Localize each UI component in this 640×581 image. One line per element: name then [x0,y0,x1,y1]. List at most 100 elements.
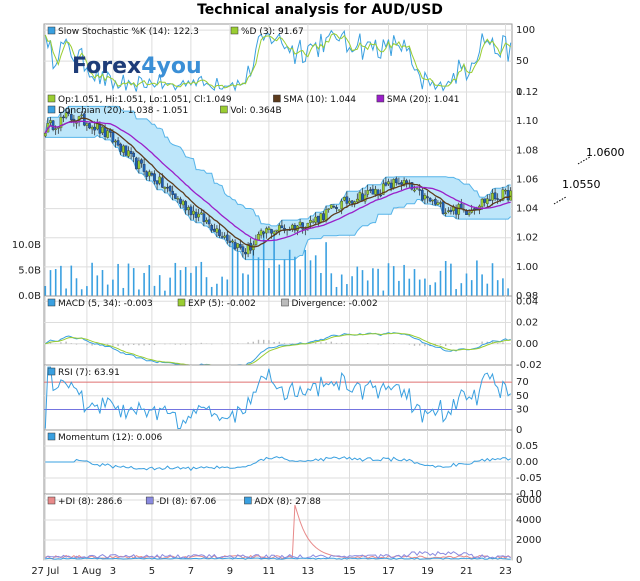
volume-bar [205,277,208,296]
candle-body [392,179,396,188]
price-ytick-label: 1.00 [516,262,538,273]
candle-body [189,206,193,216]
candle-body [88,123,91,129]
xtick-label: 7 [188,566,194,577]
candle-body [98,123,102,134]
macd-divergence-bar [174,343,176,345]
volume-bar [132,268,135,296]
volume-bar [476,260,478,296]
candle-body [173,193,177,199]
candle-body [335,207,338,209]
macd-divergence-bar [211,343,213,345]
volume-bar [174,262,177,296]
candle-body [426,196,429,198]
macd-divergence-bar [283,342,286,344]
volume-bar [252,250,255,296]
forex4you-logo: Forex4you [72,54,202,79]
candle-body [270,229,273,234]
volume-bar [231,242,234,296]
xtick-label: 27 Jul [31,566,59,577]
candle-body [106,130,110,138]
candle-body [121,145,125,153]
candle-body [436,202,440,205]
candle-body [361,193,364,201]
volume-bar [439,270,442,296]
volume-bar [257,257,260,296]
macd-divergence-bar [450,343,452,345]
volume-bar [216,283,218,296]
candle-body [116,140,120,146]
candle-body [257,234,260,241]
volume-bar [418,279,421,296]
candle-body [423,195,427,200]
candle-body [43,132,47,137]
candle-body [371,188,375,195]
candle-body [431,199,435,202]
dmi-ytick-label: 2000 [516,535,541,546]
candle-body [220,236,224,238]
candle-body [488,199,492,201]
macd-divergence-bar [252,341,254,344]
volume-bar [184,267,187,296]
candle-body [480,198,484,207]
volume-bar [86,286,88,296]
rsi-legend-swatch [47,367,56,376]
candle-body [231,240,234,243]
volume-bar [424,278,426,296]
volume-bar [309,260,312,296]
volume-bar [278,264,281,296]
macd-divergence-bar [86,343,88,346]
volume-bar [486,283,489,296]
volume-bar [122,287,125,296]
volume-bar [112,279,114,296]
macd-divergence-bar [278,341,280,344]
candle-body [509,190,513,201]
price-legend-label: Op:1.051, Hi:1.051, Lo:1.051, Cl:1.049 [58,95,232,105]
candle-body [504,189,507,192]
volume-bar [403,264,405,296]
macd-ytick-label: -0.02 [516,360,542,371]
volume-bar [299,269,301,296]
mom-legend-label: Momentum (12): 0.006 [58,433,163,443]
candle-body [124,145,128,156]
dmi-legend-label: ADX (8): 27.88 [254,497,321,507]
candle-body [158,176,162,184]
candle-body [329,204,333,209]
candle-body [163,187,167,189]
macd-divergence-bar [419,343,421,346]
projection-label-high: 1.0600 [586,146,625,159]
volume-bar [429,284,431,296]
candle-body [379,194,383,197]
candle-body [236,243,240,248]
mom-legend-swatch [47,432,56,441]
volume-bar [70,265,73,296]
candle-body [400,182,403,185]
macd-divergence-bar [117,343,119,346]
dmi-ytick-label: 0 [516,555,522,566]
candle-body [332,206,336,208]
candle-body [223,235,227,238]
macd-divergence-bar [263,339,265,344]
candle-body [418,189,422,191]
volume-bar [398,280,400,296]
macd-divergence-bar [60,342,62,344]
candle-body [491,192,494,201]
volume-bar [361,270,364,296]
candle-body [275,229,279,232]
candle-body [215,228,219,233]
price-ytick-label: 1.12 [516,87,538,98]
volume-bar [179,270,182,296]
macd-divergence-bar [133,343,135,345]
volume-bar [106,284,109,296]
candle-body [218,229,221,236]
macd-divergence-bar [460,343,462,344]
volume-bar [143,272,145,296]
volume-bar [351,276,353,296]
volume-bar [314,255,317,296]
macd-divergence-bar [273,341,275,344]
rsi-ytick-label: 50 [516,391,529,402]
candle-body [387,181,390,185]
price-ytick-label: 1.06 [516,174,538,185]
volume-bar [320,272,322,296]
volume-bar [273,231,275,296]
